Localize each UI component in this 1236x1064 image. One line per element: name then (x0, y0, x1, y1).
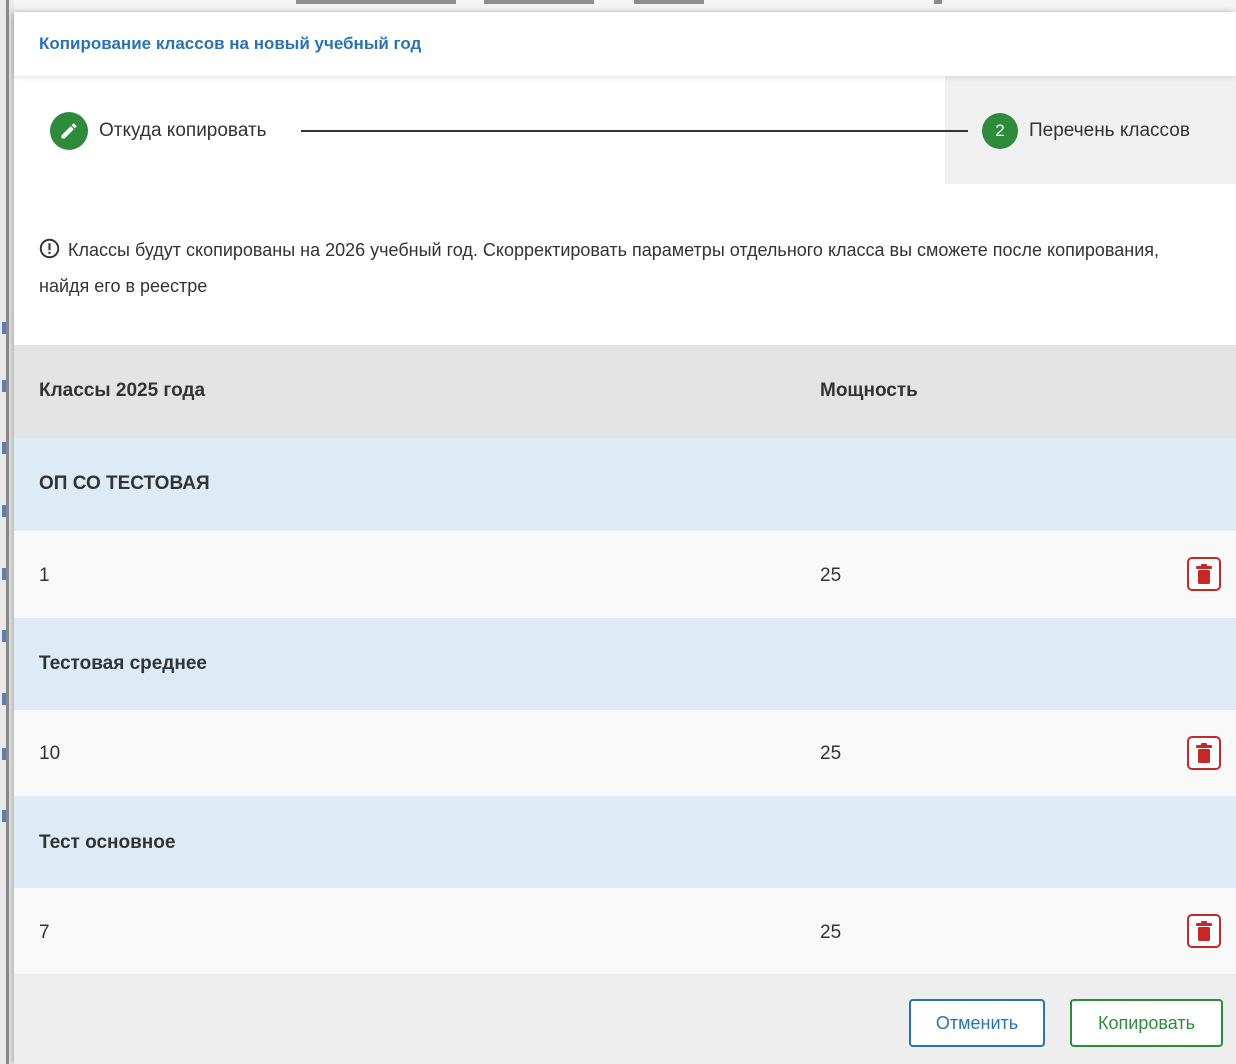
column-header-classes: Классы 2025 года (39, 380, 206, 401)
group-row: Тест основное (14, 796, 1236, 888)
table-row: 7 25 (14, 888, 1236, 974)
dialog-footer: Отменить Копировать (14, 974, 1236, 1064)
capacity-cell: 25 (820, 922, 842, 943)
cancel-button[interactable]: Отменить (909, 999, 1045, 1047)
group-row: Тестовая среднее (14, 618, 1236, 710)
class-cell: 10 (39, 743, 61, 764)
exclamation-circle-icon (39, 237, 60, 270)
stepper: Откуда копировать 2 Перечень классов (14, 76, 1236, 184)
column-header-capacity: Мощность (820, 380, 918, 401)
background-app-strip (0, 0, 15, 1064)
step-source-label: Откуда копировать (99, 120, 267, 141)
classes-table: Классы 2025 года Мощность ОП СО ТЕСТОВАЯ… (14, 345, 1236, 974)
group-name: Тестовая среднее (39, 653, 207, 674)
copy-button[interactable]: Копировать (1070, 999, 1223, 1047)
delete-row-button[interactable] (1187, 914, 1221, 948)
trash-icon (1196, 921, 1212, 941)
dialog-title: Копирование классов на новый учебный год (39, 34, 422, 53)
stepper-connector (301, 130, 968, 132)
table-header: Классы 2025 года Мощность (14, 345, 1236, 438)
trash-icon (1196, 564, 1212, 584)
group-name: ОП СО ТЕСТОВАЯ (39, 473, 210, 494)
class-cell: 1 (39, 565, 50, 586)
step-class-list-label: Перечень классов (1029, 120, 1190, 141)
info-message: Классы будут скопированы на 2026 учебный… (39, 234, 1199, 303)
trash-icon (1196, 743, 1212, 763)
pencil-icon (50, 112, 88, 150)
group-name: Тест основное (39, 832, 176, 853)
delete-row-button[interactable] (1187, 557, 1221, 591)
table-row: 10 25 (14, 710, 1236, 796)
capacity-cell: 25 (820, 565, 842, 586)
copy-classes-dialog: Копирование классов на новый учебный год… (14, 12, 1236, 1064)
dialog-header: Копирование классов на новый учебный год (14, 12, 1236, 76)
group-row: ОП СО ТЕСТОВАЯ (14, 438, 1236, 531)
step-source[interactable]: Откуда копировать (50, 112, 267, 150)
capacity-cell: 25 (820, 743, 842, 764)
delete-row-button[interactable] (1187, 736, 1221, 770)
step-class-list[interactable]: 2 Перечень классов (982, 113, 1190, 149)
info-text: Классы будут скопированы на 2026 учебный… (39, 240, 1160, 296)
class-cell: 7 (39, 922, 50, 943)
step-number-badge: 2 (982, 113, 1018, 149)
table-row: 1 25 (14, 531, 1236, 618)
background-app-top (14, 0, 1236, 12)
